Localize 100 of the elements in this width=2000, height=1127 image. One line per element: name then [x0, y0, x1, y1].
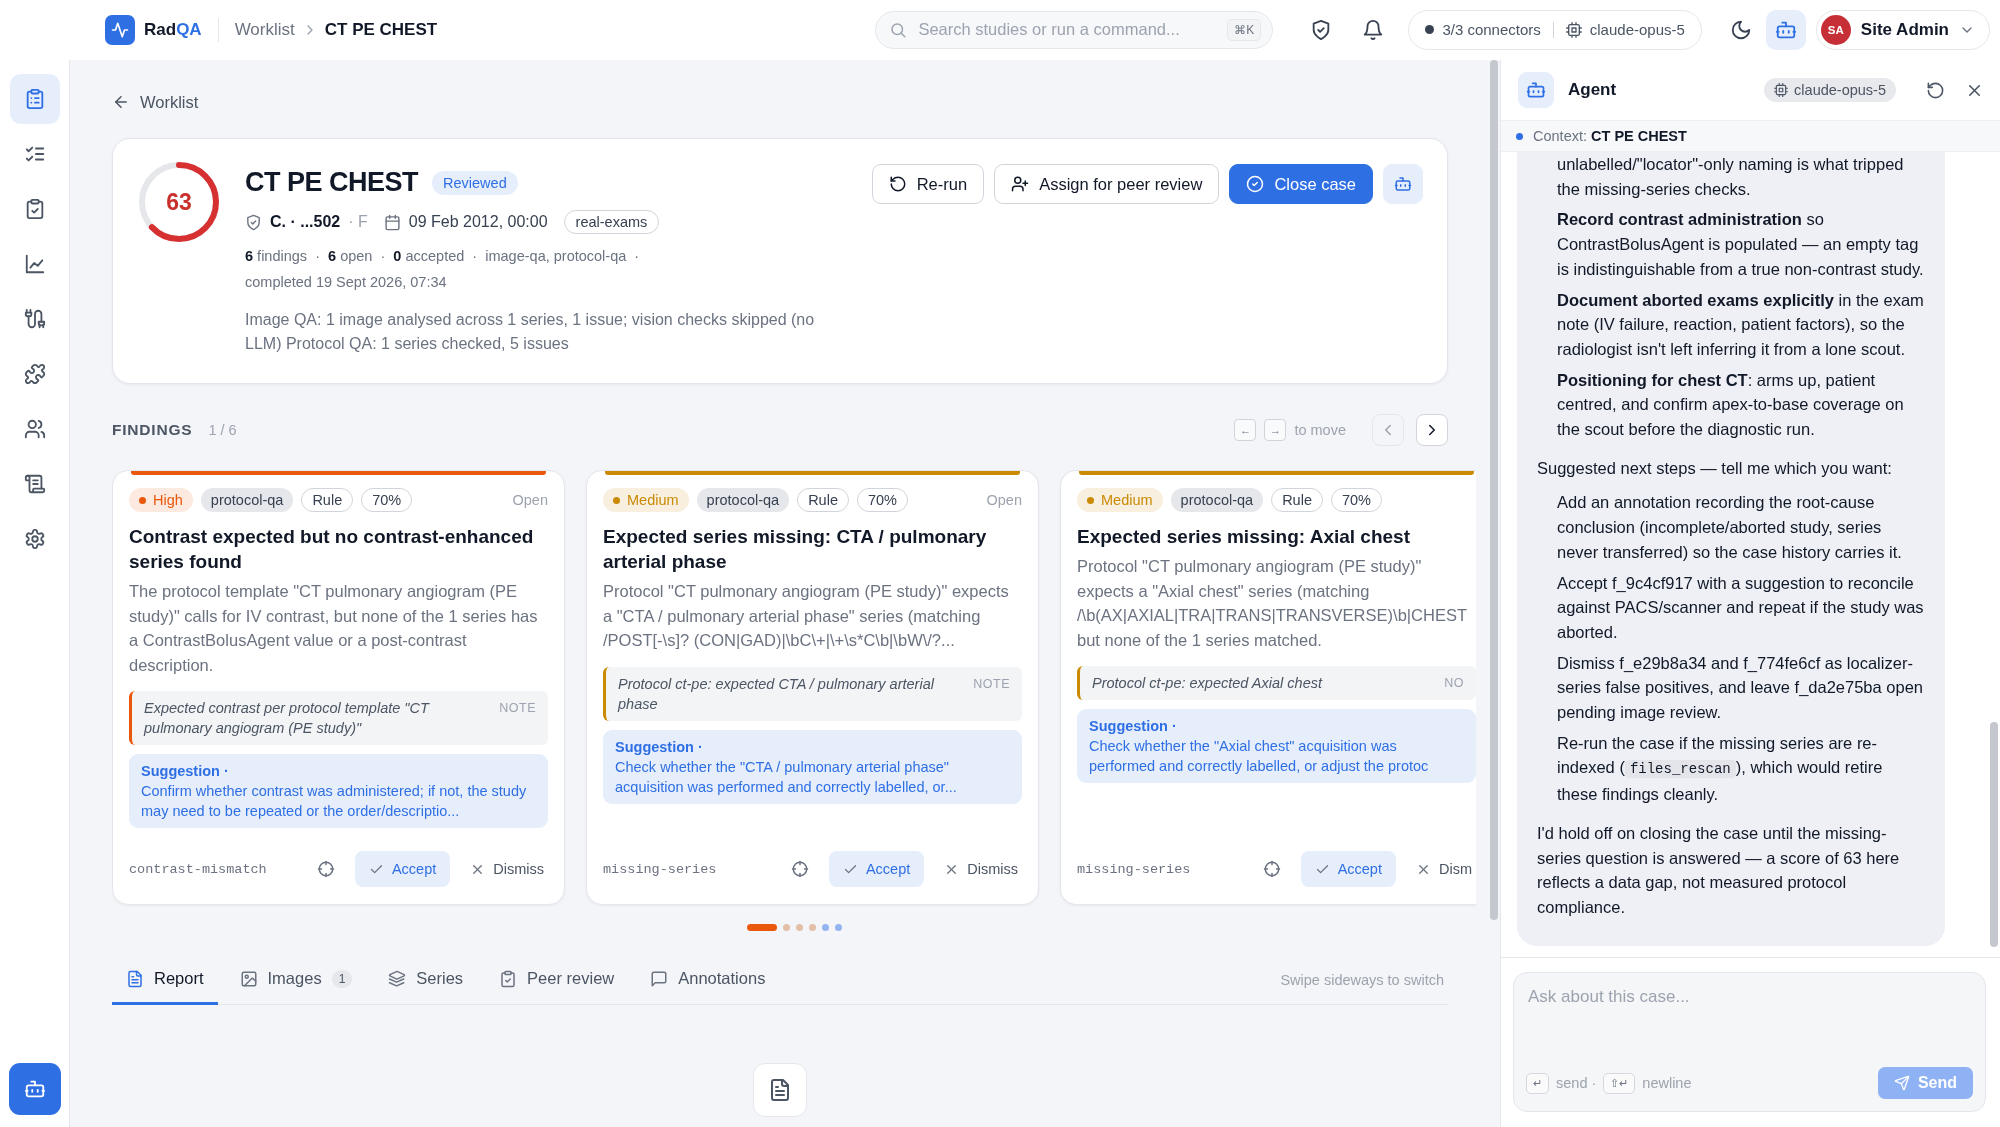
crosshair-icon[interactable] — [316, 860, 335, 878]
accept-button[interactable]: Accept — [1300, 851, 1396, 887]
rerun-button[interactable]: Re-run — [871, 164, 985, 204]
scroll-icon — [23, 473, 46, 495]
suggestion-label: Suggestion · — [615, 737, 704, 757]
study-date: 09 Feb 2012, 00:00 — [408, 213, 548, 231]
send-icon — [1893, 1075, 1910, 1091]
tab[interactable]: Peer review — [485, 955, 629, 1005]
accept-button[interactable]: Accept — [828, 851, 925, 887]
document-icon — [768, 1078, 792, 1102]
accept-button[interactable]: Accept — [354, 851, 451, 887]
suggestion-text: Check whether the "CTA / pulmonary arterial phase" acquisition was performed and correctly labelled, or... — [615, 758, 957, 795]
finding-card[interactable] — [1060, 470, 1476, 905]
image-icon — [239, 969, 258, 988]
carousel-dot[interactable] — [821, 924, 829, 931]
source-tag: protocol-qa — [200, 488, 294, 512]
nav-button[interactable] — [9, 74, 60, 124]
shield-check-icon — [245, 213, 262, 231]
key-hint: ← — [1234, 419, 1257, 441]
user-plus-icon — [1011, 175, 1030, 193]
panel-title: Agent — [1568, 80, 1618, 100]
severity-badge: Medium — [603, 488, 689, 512]
swipe-hint: Swipe sideways to switch — [1280, 971, 1445, 988]
findings-summary: 6 findings · 6 open · 0 accepted · image-qa, protocol-qa · — [245, 248, 641, 264]
qa-summary: Image QA: 1 image analysed across 1 series, 1 issue; vision checks skipped (no LLM) Protocol QA: 1 series checked, 5 issues — [245, 310, 816, 354]
refresh-icon[interactable] — [1926, 80, 1945, 100]
tab[interactable]: Annotations — [636, 955, 780, 1005]
key-label: send · — [1556, 1075, 1597, 1091]
finding-description: Protocol "CT pulmonary angiogram (PE study)" expects a "Axial chest" series (matching /\b(AX|AXIAL|TRA|TRANS|TRANSVERSE)\b|CHEST but none of the 1 series matched. — [1077, 556, 1468, 651]
user-avatar: SA — [1820, 14, 1851, 45]
back-link[interactable]: Worklist — [112, 90, 199, 114]
rotate-icon — [888, 175, 907, 193]
carousel-dot[interactable] — [782, 924, 790, 931]
case-title: CT PE CHEST — [245, 167, 419, 198]
suggestion-label: Suggestion · — [1089, 717, 1178, 736]
note-text: Protocol ct-pe: expected CTA / pulmonary arterial phase — [618, 674, 936, 714]
tab[interactable]: Images 1 — [225, 955, 367, 1005]
suggestion-text: Confirm whether contrast was administered; if not, the study may need to be repeated or the order/descriptio... — [141, 783, 527, 819]
search-icon — [889, 20, 908, 39]
assign-button[interactable]: Assign for peer review — [994, 164, 1220, 204]
severity-badge: High — [129, 488, 193, 512]
carousel-dot[interactable] — [808, 924, 816, 931]
message-list-item: Document aborted exams explicitly in the exam note (IV failure, reaction, patient factors), so the radiologist isn't left inferring it from a lone scout. — [1556, 289, 1925, 360]
message-list-item: Add an annotation recording the root-cause conclusion (incomplete/aborted study, series never transferred) so the case history carries it. — [1556, 492, 1903, 563]
message-input[interactable]: Ask about this case... — [1526, 987, 1973, 1067]
quality-score: 63 — [166, 188, 192, 216]
crosshair-icon[interactable] — [1262, 860, 1281, 878]
carousel-dot[interactable] — [795, 924, 803, 931]
agent-toggle-button[interactable] — [1765, 9, 1806, 50]
count-badge: 1 — [331, 969, 353, 988]
finding-title: Expected series missing: Axial chest — [1077, 525, 1411, 549]
scrollbar-thumb[interactable] — [1990, 722, 1998, 947]
patient-id: C. · ...502 — [270, 213, 341, 231]
message-list-item: Record contrast administration so ContrastBolusAgent is populated — an empty tag is indistinguishable from a true non-contrast study. — [1556, 209, 1925, 280]
puzzle-icon — [23, 363, 46, 385]
message-list-item: Dismiss f_e29b8a34 and f_774fe6cf as localizer-series false positives, and leave f_da2e75ba open pending image review. — [1556, 652, 1924, 724]
dismiss-button[interactable]: Dismiss — [944, 861, 1022, 877]
notification-bell-icon[interactable] — [1362, 18, 1385, 41]
layers-icon — [388, 969, 407, 988]
logo-icon — [105, 14, 135, 45]
finding-card[interactable] — [586, 470, 1039, 905]
crosshair-icon[interactable] — [790, 860, 809, 878]
assistant-button[interactable] — [8, 1063, 61, 1115]
chip-icon — [1774, 83, 1789, 97]
settings-icon — [23, 528, 46, 550]
tab[interactable]: Series — [374, 955, 478, 1005]
agent-icon — [1518, 72, 1554, 108]
context-label: Context: CT PE CHEST — [1533, 128, 1687, 144]
message-list-item: Positioning for chest CT: arms up, patient centred, and confirm apex-to-base coverage on the scout before the diagnostic run. — [1556, 369, 1905, 441]
breadcrumb-link[interactable]: Worklist — [234, 19, 295, 40]
note-label: NOTE — [973, 675, 1010, 693]
scrollbar-thumb[interactable] — [1490, 60, 1498, 920]
tab[interactable]: Report — [112, 955, 218, 1005]
model-name: claude-opus-5 — [1589, 21, 1685, 38]
findings-position: 1 / 6 — [208, 422, 237, 438]
carousel-dot[interactable] — [834, 924, 842, 931]
robot-icon — [1394, 175, 1412, 193]
status-dot-icon — [1425, 25, 1435, 34]
agent-button[interactable] — [1383, 164, 1423, 204]
finding-code: missing-series — [1077, 861, 1192, 877]
comment-icon — [650, 969, 669, 988]
dismiss-button[interactable]: Dism — [1415, 861, 1476, 877]
section-heading: FINDINGS — [112, 421, 193, 439]
key-hint: → — [1264, 419, 1287, 441]
finding-title: Expected series missing: CTA / pulmonary arterial phase — [603, 525, 988, 574]
dismiss-button[interactable]: Dismiss — [470, 861, 548, 877]
note-label: NOTE — [499, 700, 536, 717]
finding-description: The protocol template "CT pulmonary angiogram (PE study)" calls for IV contrast, but none of the 1 series has a ContrastBolusAgent value or a post-contrast description. — [129, 581, 539, 676]
close-case-button[interactable]: Close case — [1229, 164, 1373, 204]
message-list-item: unlabelled/"locator"-only naming is what tripped the missing-series checks. — [1556, 154, 1905, 200]
completed-time: completed 19 Sept 2026, 07:34 — [245, 274, 448, 290]
key-hint: ⇧↵ — [1603, 1072, 1636, 1094]
app-name: RadQA — [144, 19, 202, 40]
chip-icon — [1565, 21, 1582, 38]
context-dot-icon — [1516, 132, 1523, 140]
keyboard-hint: to move — [1294, 422, 1346, 438]
severity-badge: Medium — [1077, 488, 1163, 512]
finding-card[interactable] — [112, 470, 565, 905]
shortcut-hint: ⌘K — [1227, 18, 1262, 41]
moon-icon[interactable] — [1729, 18, 1752, 41]
